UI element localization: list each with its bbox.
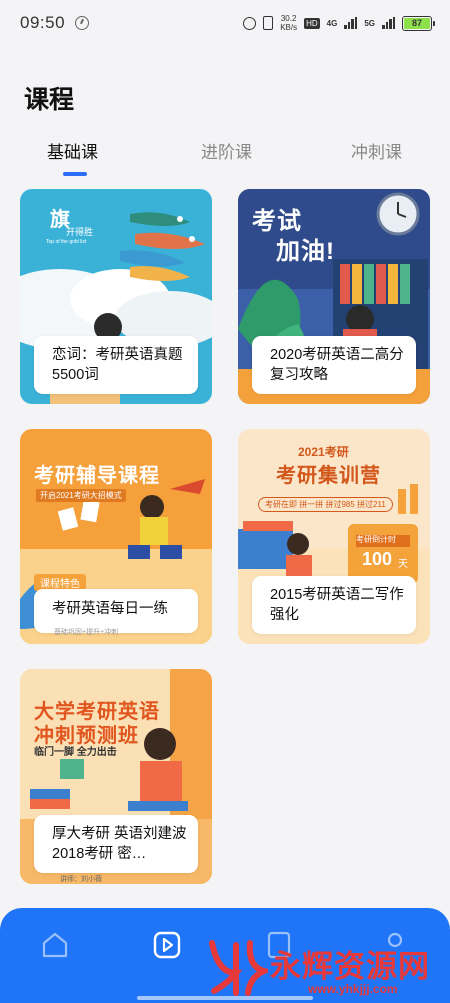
page-title: 课程 — [24, 86, 75, 114]
card5-subtitle: 临门一脚 全力出击 — [34, 747, 117, 758]
speed-unit: KB/s — [280, 23, 298, 32]
course-title: 2020考研英语二高分复习攻略 — [252, 336, 416, 394]
card1-tagline-text: Top of the gold list — [46, 239, 87, 245]
alarm-icon — [243, 16, 257, 30]
card4-countdown-label: 考研倒计时 — [356, 535, 396, 544]
course-card-5[interactable]: 大学考研英语 冲刺预测班 临门一脚 全力出击 厚大考研 英语刘建波 2018考研… — [20, 669, 212, 884]
card2-heading-line2: 加油! — [276, 238, 335, 265]
course-tabs: 基础课 进阶课 冲刺课 — [0, 138, 450, 182]
card4-subtitle: 考研在即 拼一拼 拼过985 拼过211 — [258, 497, 393, 512]
watermark-logo — [209, 940, 268, 996]
card5-footer: 讲师：刘小薇 — [60, 876, 102, 883]
tab-basic[interactable]: 基础课 — [47, 138, 98, 163]
card4-year: 2021考研 — [298, 445, 349, 459]
signal-icon — [382, 17, 395, 29]
course-title: 恋词：考研英语真题5500词 — [34, 336, 198, 394]
status-bar: 09:50 30.2 KB/s HD 4G 5G 87 — [0, 0, 450, 46]
card4-days-unit: 天 — [398, 559, 408, 570]
status-time: 09:50 — [20, 13, 66, 32]
vibrate-icon — [263, 16, 274, 30]
signal-icon — [344, 17, 358, 29]
home-indicator — [137, 996, 313, 1000]
network-speed: 30.2 KB/s — [280, 14, 297, 32]
watermark-name: 永辉资源网 — [270, 949, 430, 984]
home-icon[interactable] — [40, 930, 70, 960]
network-4g-label: 4G — [326, 18, 338, 28]
card3-footnote: 基础巩固+提升+冲刺 — [54, 629, 119, 636]
card3-subtitle: 开启2021考研大招模式 — [36, 489, 126, 502]
status-icons: 30.2 KB/s HD 4G 5G 87 — [243, 14, 435, 32]
speed-value: 30.2 — [280, 14, 297, 23]
hd-badge: HD — [304, 17, 320, 29]
card1-brand-text: 开得胜 — [66, 227, 94, 237]
course-title: 厚大考研 英语刘建波 2018考研 密… — [34, 815, 198, 873]
network-5g-label: 5G — [364, 18, 375, 28]
tab-sprint[interactable]: 冲刺课 — [351, 138, 402, 163]
course-card-1[interactable]: 旗 开得胜 Top of the gold list 恋词：考研英语真题5500… — [20, 189, 212, 404]
tab-indicator — [63, 172, 87, 176]
card4-heading: 考研集训营 — [276, 465, 381, 487]
card4-days-value: 100 — [362, 549, 393, 569]
course-card-4[interactable]: 2021考研 考研集训营 考研在即 拼一拼 拼过985 拼过211 考研倒计时 … — [238, 429, 430, 644]
tab-advanced[interactable]: 进阶课 — [201, 138, 252, 163]
battery-icon: 87 — [402, 15, 435, 31]
course-card-2[interactable]: 考试 加油! 2020考研英语二高分复习攻略 — [238, 189, 430, 404]
watermark: 永辉资源网 www.yhkjjj.com — [200, 935, 450, 1003]
battery-level: 87 — [404, 17, 430, 29]
course-card-3[interactable]: 考研辅导课程 开启2021考研大招模式 课程特色 考研英语每日一练 基础巩固+提… — [20, 429, 212, 644]
card3-heading: 考研辅导课程 — [34, 465, 160, 487]
play-icon[interactable] — [152, 930, 182, 960]
clock-icon — [75, 16, 90, 30]
watermark-url: www.yhkjjj.com — [308, 982, 398, 996]
course-title: 2015考研英语二写作强化 — [252, 576, 416, 634]
